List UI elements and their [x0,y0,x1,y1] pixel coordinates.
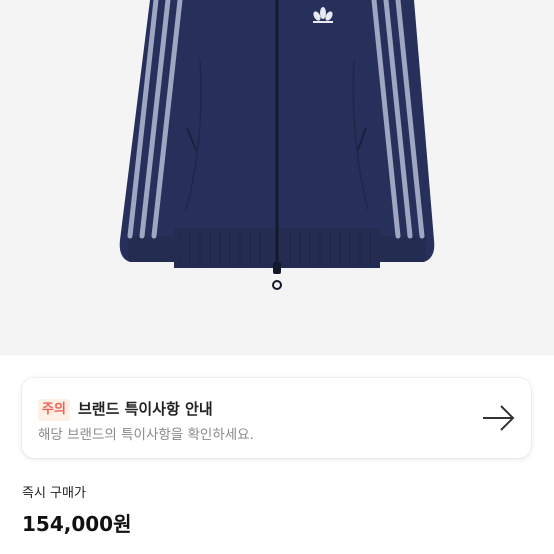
product-image[interactable] [0,0,554,355]
caution-badge: 주의 [38,399,70,421]
notice-subtitle: 해당 브랜드의 특이사항을 확인하세요. [38,427,254,443]
jacket-illustration [119,0,435,290]
arrow-right-icon[interactable] [481,402,517,434]
brand-notice-card[interactable]: 주의 브랜드 특이사항 안내 해당 브랜드의 특이사항을 확인하세요. [22,378,531,458]
instant-buy-price-value: 154,000원 [22,512,132,536]
notice-title: 브랜드 특이사항 안내 [78,400,213,418]
instant-buy-price-label: 즉시 구매가 [22,486,86,501]
